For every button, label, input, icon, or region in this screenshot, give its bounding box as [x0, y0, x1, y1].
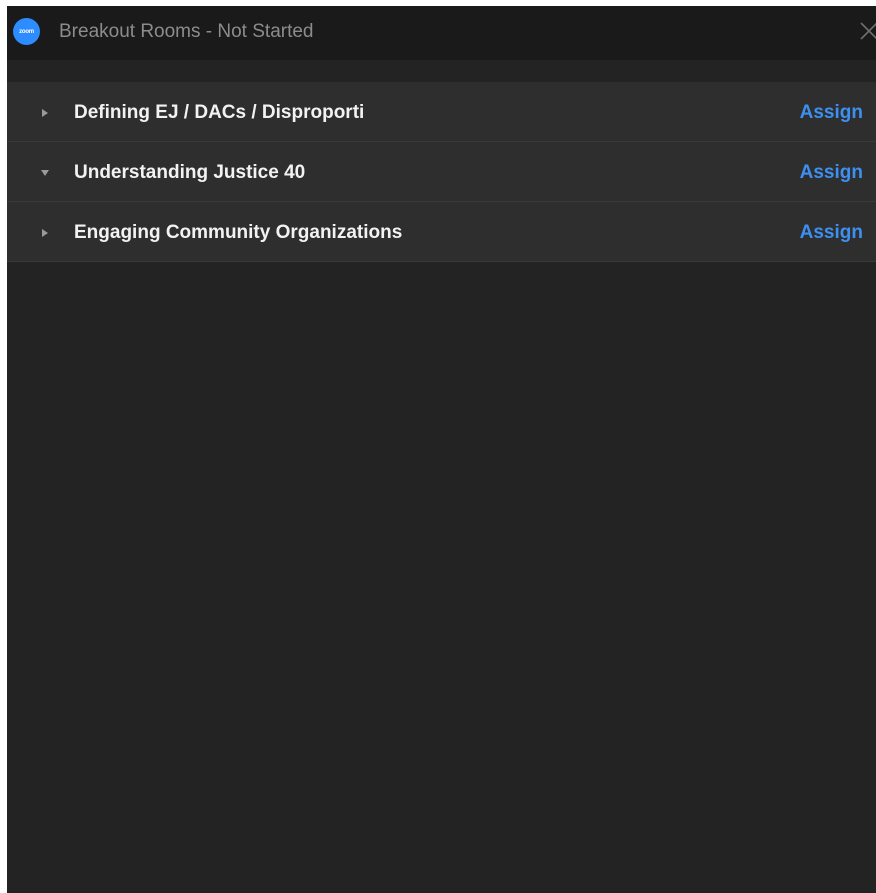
assign-button[interactable]: Assign — [800, 222, 863, 244]
room-name: Understanding Justice 40 — [74, 162, 306, 183]
breakout-room-list: Defining EJ / DACs / Disproporti Assign … — [7, 82, 876, 262]
room-name: Defining EJ / DACs / Disproporti — [74, 102, 365, 123]
assign-button[interactable]: Assign — [800, 102, 863, 124]
zoom-logo-text: zoom — [19, 28, 34, 35]
caret-right-icon[interactable] — [40, 108, 50, 118]
zoom-logo-icon: zoom — [13, 18, 40, 45]
close-button[interactable] — [858, 20, 876, 42]
window-title: Breakout Rooms - Not Started — [59, 21, 314, 42]
room-row-2[interactable]: Understanding Justice 40 Assign — [7, 142, 876, 202]
breakout-rooms-window: zoom Breakout Rooms - Not Started Defini… — [7, 6, 876, 893]
room-name: Engaging Community Organizations — [74, 222, 403, 243]
close-icon — [860, 22, 876, 40]
room-row-3[interactable]: Engaging Community Organizations Assign — [7, 202, 876, 262]
caret-right-icon[interactable] — [40, 228, 50, 238]
room-row-1[interactable]: Defining EJ / DACs / Disproporti Assign — [7, 82, 876, 142]
assign-button[interactable]: Assign — [800, 162, 863, 184]
title-bar: zoom Breakout Rooms - Not Started — [7, 6, 876, 60]
caret-down-icon[interactable] — [40, 168, 50, 178]
